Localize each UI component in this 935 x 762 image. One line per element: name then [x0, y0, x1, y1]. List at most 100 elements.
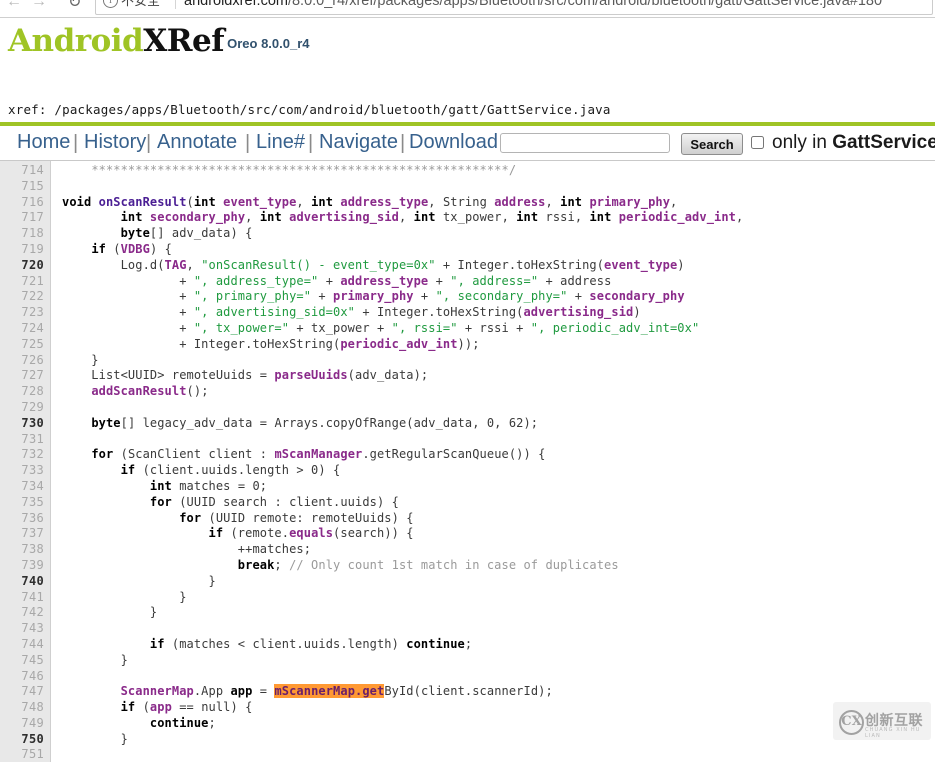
- line-number[interactable]: 737: [0, 526, 44, 542]
- line-number[interactable]: 745: [0, 653, 44, 669]
- code-line-source: }: [62, 732, 128, 748]
- line-number[interactable]: 741: [0, 590, 44, 606]
- line-number[interactable]: 731: [0, 432, 44, 448]
- line-number[interactable]: 728: [0, 384, 44, 400]
- code-token: .App: [193, 684, 231, 699]
- code-token: ,: [186, 257, 202, 272]
- line-number[interactable]: 720: [0, 258, 44, 274]
- menu-item-history[interactable]: History: [84, 131, 146, 154]
- line-number[interactable]: 729: [0, 400, 44, 416]
- line-number[interactable]: 732: [0, 447, 44, 463]
- code-token: if: [120, 463, 143, 478]
- code-token[interactable]: secondary_phy: [589, 289, 684, 303]
- line-number[interactable]: 727: [0, 368, 44, 384]
- code-token: (adv_data);: [347, 368, 429, 383]
- code-token[interactable]: onScanResult: [99, 195, 187, 209]
- line-number[interactable]: 746: [0, 669, 44, 685]
- code-token[interactable]: parseUuids: [274, 368, 347, 382]
- code-lines-container: 714 ************************************…: [0, 163, 935, 762]
- code-token: }: [62, 573, 216, 588]
- line-number[interactable]: 738: [0, 542, 44, 558]
- highlighted-token[interactable]: mScannerMap.get: [274, 684, 385, 699]
- info-circle-icon[interactable]: i: [103, 0, 118, 8]
- line-number[interactable]: 722: [0, 289, 44, 305]
- line-number[interactable]: 719: [0, 242, 44, 258]
- line-number[interactable]: 716: [0, 195, 44, 211]
- line-number[interactable]: 734: [0, 479, 44, 495]
- line-number[interactable]: 747: [0, 684, 44, 700]
- line-number[interactable]: 744: [0, 637, 44, 653]
- code-token: }: [62, 352, 99, 367]
- code-token: rssi,: [545, 210, 590, 225]
- line-number[interactable]: 743: [0, 621, 44, 637]
- code-token[interactable]: address_type: [340, 195, 428, 209]
- line-number[interactable]: 735: [0, 495, 44, 511]
- code-token[interactable]: primary_phy: [333, 289, 414, 303]
- line-number[interactable]: 714: [0, 163, 44, 179]
- menu-item-navigate[interactable]: Navigate: [319, 131, 398, 154]
- code-token[interactable]: address_type: [340, 274, 428, 288]
- code-token[interactable]: event_type: [604, 258, 677, 272]
- code-line-source: }: [62, 605, 157, 621]
- line-number[interactable]: 717: [0, 210, 44, 226]
- code-token[interactable]: mScanManager: [274, 447, 362, 461]
- line-number[interactable]: 748: [0, 700, 44, 716]
- line-number[interactable]: 726: [0, 353, 44, 369]
- code-token: ", secondary_phy=": [435, 289, 568, 304]
- line-number[interactable]: 725: [0, 337, 44, 353]
- browser-nav-buttons[interactable]: ←→: [6, 0, 56, 10]
- menu-item-annotate[interactable]: Annotate: [157, 131, 237, 154]
- code-line: 718 byte[] adv_data) {: [0, 226, 935, 242]
- watermark-badge-icon: CX: [839, 710, 864, 735]
- line-number[interactable]: 750: [0, 732, 44, 748]
- search-button[interactable]: Search: [681, 133, 743, 155]
- code-token[interactable]: TAG: [165, 258, 187, 272]
- address-bar[interactable]: i 不安全 androidxref.com/8.0.0_r4/xref/pack…: [95, 0, 933, 15]
- line-number[interactable]: 723: [0, 305, 44, 321]
- code-token[interactable]: addScanResult: [91, 384, 186, 398]
- line-number[interactable]: 733: [0, 463, 44, 479]
- line-number[interactable]: 742: [0, 605, 44, 621]
- line-number[interactable]: 740: [0, 574, 44, 590]
- code-token[interactable]: primary_phy: [589, 195, 670, 209]
- menu-item-download[interactable]: Download: [409, 131, 498, 154]
- code-line-source: break; // Only count 1st match in case o…: [62, 558, 619, 574]
- menu-item-home[interactable]: Home: [17, 131, 70, 154]
- line-number[interactable]: 751: [0, 747, 44, 762]
- code-line: 727 List<UUID> remoteUuids = parseUuids(…: [0, 368, 935, 384]
- site-logo[interactable]: AndroidXRef Oreo 8.0.0_r4: [8, 26, 310, 57]
- reload-icon[interactable]: ↻: [68, 0, 81, 11]
- code-token[interactable]: VDBG: [121, 242, 150, 256]
- only-in-file-checkbox[interactable]: [751, 136, 764, 149]
- code-token: +: [62, 273, 194, 288]
- code-token[interactable]: app: [150, 700, 172, 714]
- code-token[interactable]: advertising_sid: [289, 210, 399, 224]
- line-number[interactable]: 721: [0, 274, 44, 290]
- code-line-source: if (matches < client.uuids.length) conti…: [62, 637, 472, 653]
- line-number[interactable]: 724: [0, 321, 44, 337]
- code-token[interactable]: address: [494, 195, 545, 209]
- line-number[interactable]: 718: [0, 226, 44, 242]
- menu-item-line-number[interactable]: Line#: [256, 131, 305, 154]
- code-token[interactable]: secondary_phy: [150, 210, 245, 224]
- line-number[interactable]: 749: [0, 716, 44, 732]
- code-token[interactable]: equals: [289, 526, 333, 540]
- line-number[interactable]: 715: [0, 179, 44, 195]
- code-token[interactable]: advertising_sid: [523, 305, 633, 319]
- code-line: 744 if (matches < client.uuids.length) c…: [0, 637, 935, 653]
- code-line: 717 int secondary_phy, int advertising_s…: [0, 210, 935, 226]
- code-token[interactable]: ScannerMap: [121, 684, 194, 698]
- line-number[interactable]: 730: [0, 416, 44, 432]
- search-input[interactable]: [500, 133, 670, 153]
- menu-separator: |: [73, 132, 79, 154]
- line-number[interactable]: 739: [0, 558, 44, 574]
- code-line: 720 Log.d(TAG, "onScanResult() - event_t…: [0, 258, 935, 274]
- source-code-viewer[interactable]: 714 ************************************…: [0, 161, 935, 762]
- code-token: + Integer.toHexString(: [62, 336, 341, 351]
- line-number[interactable]: 736: [0, 511, 44, 527]
- code-token[interactable]: periodic_adv_int: [340, 337, 457, 351]
- xref-file-path[interactable]: /packages/apps/Bluetooth/src/com/android…: [54, 102, 610, 117]
- code-token[interactable]: periodic_adv_int: [619, 210, 736, 224]
- code-line: 749 continue;: [0, 716, 935, 732]
- code-token[interactable]: event_type: [223, 195, 296, 209]
